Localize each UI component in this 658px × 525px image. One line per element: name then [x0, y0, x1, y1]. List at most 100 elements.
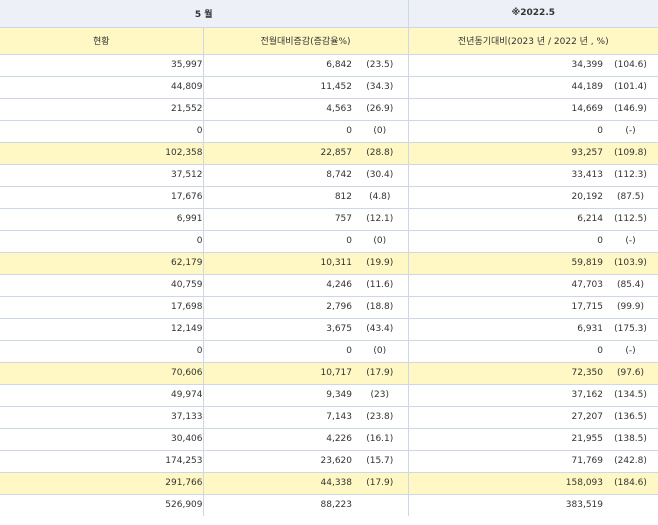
change-value-cell: 11,452: [203, 76, 352, 99]
change-percent-cell: (30.4): [352, 164, 409, 187]
status-value-cell: 70,606: [0, 362, 204, 385]
previous-year-value-cell: 71,769: [408, 450, 603, 473]
change-percent-cell: (11.6): [352, 274, 409, 297]
table-row: 0 0 (0) 0 (-): [0, 120, 658, 143]
column-header-status: 현황: [0, 27, 204, 55]
change-percent-cell: (0): [352, 340, 409, 363]
change-value-cell: 0: [203, 120, 352, 143]
status-value-cell: 17,698: [0, 296, 204, 319]
previous-year-value-cell: 17,715: [408, 296, 603, 319]
subtotal-row: 102,358 22,857 (28.8) 93,257 (109.8): [0, 142, 658, 165]
year-over-year-percent-cell: (101.4): [603, 76, 658, 99]
previous-year-value-cell: 20,192: [408, 186, 603, 209]
status-value-cell: 174,253: [0, 450, 204, 473]
header-row-columns: 현황 전월대비증감(증감율%) 전년동기대비(2023 년 / 2022 년 ,…: [0, 27, 658, 55]
table-row: 174,253 23,620 (15.7) 71,769 (242.8): [0, 450, 658, 473]
change-percent-cell: (15.7): [352, 450, 409, 473]
status-value-cell: 35,997: [0, 54, 204, 77]
previous-year-value-cell: 6,931: [408, 318, 603, 341]
change-percent-cell: (0): [352, 120, 409, 143]
change-percent-cell: (12.1): [352, 208, 409, 231]
year-over-year-percent-cell: (175.3): [603, 318, 658, 341]
year-over-year-percent-cell: (109.8): [603, 142, 658, 165]
previous-year-value-cell: 21,955: [408, 428, 603, 451]
table-row: 6,991 757 (12.1) 6,214 (112.5): [0, 208, 658, 231]
change-value-cell: 4,246: [203, 274, 352, 297]
year-over-year-percent-cell: (242.8): [603, 450, 658, 473]
subtotal-row: 70,606 10,717 (17.9) 72,350 (97.6): [0, 362, 658, 385]
previous-year-value-cell: 0: [408, 340, 603, 363]
change-value-cell: 6,842: [203, 54, 352, 77]
previous-year-value-cell: 72,350: [408, 362, 603, 385]
reference-year-header: ※2022.5: [408, 0, 658, 28]
previous-year-value-cell: 158,093: [408, 472, 603, 495]
change-percent-cell: (17.9): [352, 472, 409, 495]
year-over-year-percent-cell: (97.6): [603, 362, 658, 385]
status-value-cell: 0: [0, 120, 204, 143]
change-percent-cell: (23.8): [352, 406, 409, 429]
change-percent-cell: (19.9): [352, 252, 409, 275]
year-over-year-percent-cell: [603, 494, 658, 516]
year-over-year-percent-cell: (146.9): [603, 98, 658, 121]
table-row: 40,759 4,246 (11.6) 47,703 (85.4): [0, 274, 658, 297]
change-percent-cell: (16.1): [352, 428, 409, 451]
table-row: 0 0 (0) 0 (-): [0, 230, 658, 253]
change-percent-cell: (17.9): [352, 362, 409, 385]
change-value-cell: 2,796: [203, 296, 352, 319]
change-value-cell: 757: [203, 208, 352, 231]
status-value-cell: 6,991: [0, 208, 204, 231]
previous-year-value-cell: 37,162: [408, 384, 603, 407]
subtotal-row: 291,766 44,338 (17.9) 158,093 (184.6): [0, 472, 658, 495]
status-value-cell: 17,676: [0, 186, 204, 209]
table-row: 30,406 4,226 (16.1) 21,955 (138.5): [0, 428, 658, 451]
change-value-cell: 3,675: [203, 318, 352, 341]
year-over-year-percent-cell: (138.5): [603, 428, 658, 451]
column-header-month-over-month: 전월대비증감(증감율%): [203, 27, 409, 55]
status-value-cell: 49,974: [0, 384, 204, 407]
table-row: 17,676 812 (4.8) 20,192 (87.5): [0, 186, 658, 209]
table-row: 35,997 6,842 (23.5) 34,399 (104.6): [0, 54, 658, 77]
year-over-year-percent-cell: (184.6): [603, 472, 658, 495]
status-value-cell: 40,759: [0, 274, 204, 297]
table-row: 0 0 (0) 0 (-): [0, 340, 658, 363]
previous-year-value-cell: 27,207: [408, 406, 603, 429]
status-value-cell: 12,149: [0, 318, 204, 341]
change-percent-cell: (34.3): [352, 76, 409, 99]
year-over-year-percent-cell: (103.9): [603, 252, 658, 275]
change-value-cell: 4,563: [203, 98, 352, 121]
change-value-cell: 7,143: [203, 406, 352, 429]
change-percent-cell: (23.5): [352, 54, 409, 77]
change-percent-cell: (28.8): [352, 142, 409, 165]
previous-year-value-cell: 383,519: [565, 500, 603, 511]
previous-year-value-cell: 34,399: [408, 54, 603, 77]
status-value-cell: 21,552: [0, 98, 204, 121]
previous-year-value-cell: 6,214: [408, 208, 603, 231]
year-over-year-percent-cell: (-): [603, 230, 658, 253]
status-value-cell: 37,512: [0, 164, 204, 187]
status-value-cell: 0: [0, 230, 204, 253]
table-row: 526,909 88,223 383,519: [0, 494, 658, 516]
year-over-year-percent-cell: (134.5): [603, 384, 658, 407]
table-row: 21,552 4,563 (26.9) 14,669 (146.9): [0, 98, 658, 121]
change-percent-cell: (26.9): [352, 98, 409, 121]
statistics-table: 5 월 ※2022.5 현황 전월대비증감(증감율%) 전년동기대비(2023 …: [0, 0, 658, 516]
year-over-year-percent-cell: (-): [603, 340, 658, 363]
status-value-cell: 37,133: [0, 406, 204, 429]
year-over-year-percent-cell: (99.9): [603, 296, 658, 319]
change-percent-cell: (18.8): [352, 296, 409, 319]
change-percent-cell: (43.4): [352, 318, 409, 341]
year-over-year-percent-cell: (87.5): [603, 186, 658, 209]
previous-year-value-cell: 44,189: [408, 76, 603, 99]
table-row: 12,149 3,675 (43.4) 6,931 (175.3): [0, 318, 658, 341]
table-row: 44,809 11,452 (34.3) 44,189 (101.4): [0, 76, 658, 99]
table-row: 37,512 8,742 (30.4) 33,413 (112.3): [0, 164, 658, 187]
change-value-cell: 9,349: [203, 384, 352, 407]
previous-year-value-cell: 0: [408, 120, 603, 143]
year-over-year-percent-cell: (85.4): [603, 274, 658, 297]
change-value-cell: 22,857: [203, 142, 352, 165]
table-row: 49,974 9,349 (23) 37,162 (134.5): [0, 384, 658, 407]
column-header-year-over-year: 전년동기대비(2023 년 / 2022 년 , %): [408, 27, 658, 55]
status-value-cell: 44,809: [0, 76, 204, 99]
previous-year-value-cell: 59,819: [408, 252, 603, 275]
change-percent-cell: (23): [352, 384, 409, 407]
